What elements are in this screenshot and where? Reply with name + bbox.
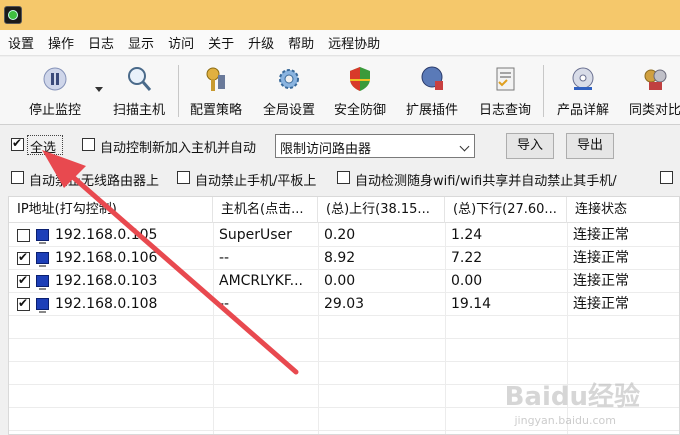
extension-plugin-label: 扩展插件 [405, 103, 458, 118]
policy-select-value: 限制访问路由器 [280, 142, 372, 157]
baidu-watermark-url: jingyan.baidu.com [514, 414, 616, 427]
cell-upload: 8.92 [324, 250, 356, 266]
menu-settings[interactable]: 设置 [8, 33, 34, 52]
menu-display[interactable]: 显示 [128, 33, 154, 52]
compare-similar-label: 同类对比 [628, 103, 680, 118]
menu-log[interactable]: 日志 [88, 33, 114, 52]
table-row[interactable]: 192.168.0.106 -- 8.92 7.22 连接正常 [9, 247, 679, 270]
gear-icon [279, 69, 299, 89]
auto-detect-wifi-checkbox[interactable] [337, 171, 350, 184]
cell-hostname: SuperUser [219, 227, 292, 243]
table-row-empty [9, 316, 679, 339]
app-logo-icon [4, 6, 22, 24]
toolbar: 停止监控 扫描主机 配置策略 全局设置 安全防御 扩展插件 日志查询 产品详解 … [0, 57, 680, 125]
global-settings-label: 全局设置 [262, 103, 315, 118]
cell-download: 1.24 [451, 227, 483, 243]
extension-plugin-button[interactable]: 扩展插件 [398, 61, 466, 121]
cell-upload: 0.20 [324, 227, 356, 243]
select-all-checkbox[interactable] [11, 136, 24, 151]
security-defense-label: 安全防御 [333, 103, 386, 118]
product-details-button[interactable]: 产品详解 [550, 61, 616, 121]
global-settings-button[interactable]: 全局设置 [255, 61, 323, 121]
table-row[interactable]: 192.168.0.108 -- 29.03 19.14 连接正常 [9, 293, 679, 316]
menu-operation[interactable]: 操作 [48, 33, 74, 52]
toolbar-divider [543, 65, 544, 117]
cell-ip: 192.168.0.106 [55, 250, 158, 266]
config-policy-label: 配置策略 [189, 103, 242, 118]
auto-block-router-label: 自动禁止无线路由器上 [29, 174, 160, 189]
cell-ip: 192.168.0.105 [55, 227, 158, 243]
table-header: IP地址(打勾控制) 主机名(点击... (总)上行(38.15... (总)下… [9, 197, 679, 223]
table-row[interactable]: 192.168.0.103 AMCRLYKF... 0.00 0.00 连接正常 [9, 270, 679, 293]
log-query-label: 日志查询 [478, 103, 531, 118]
import-button[interactable]: 导入 [506, 133, 554, 159]
scan-hosts-button[interactable]: 扫描主机 [105, 61, 173, 121]
row-checkbox[interactable] [17, 250, 30, 265]
baidu-watermark: Baidu经验 [504, 382, 640, 412]
table-row[interactable]: 192.168.0.105 SuperUser 0.20 1.24 连接正常 [9, 224, 679, 247]
compare-similar-button[interactable]: 同类对比 [622, 61, 680, 121]
auto-block-mobile-checkbox[interactable] [177, 171, 190, 184]
cell-status: 连接正常 [573, 250, 629, 266]
select-all-label[interactable]: 全选 [30, 137, 56, 156]
stop-monitor-button[interactable]: 停止监控 [20, 61, 90, 121]
menu-about[interactable]: 关于 [208, 33, 234, 52]
column-download[interactable]: (总)下行(27.60... [445, 197, 567, 223]
cell-download: 0.00 [451, 273, 483, 289]
column-ip[interactable]: IP地址(打勾控制) [9, 197, 213, 223]
cell-download: 7.22 [451, 250, 483, 266]
log-query-button[interactable]: 日志查询 [472, 61, 538, 121]
title-bar [0, 0, 680, 30]
cell-ip: 192.168.0.108 [55, 296, 158, 312]
medal-icon [644, 69, 667, 90]
auto-detect-wifi-label: 自动检测随身wifi/wifi共享并自动禁止其手机/ [355, 174, 617, 189]
menu-upgrade[interactable]: 升级 [248, 33, 274, 52]
extra-option-checkbox[interactable] [660, 171, 673, 184]
auto-block-mobile-label: 自动禁止手机/平板上 [195, 174, 317, 189]
export-button[interactable]: 导出 [566, 133, 614, 159]
row-checkbox[interactable] [17, 273, 30, 288]
cell-download: 19.14 [451, 296, 492, 312]
row-checkbox[interactable] [17, 296, 30, 311]
cell-hostname: -- [219, 250, 230, 266]
toolbar-divider [178, 65, 179, 117]
scan-hosts-label: 扫描主机 [112, 103, 165, 118]
disc-icon [572, 67, 594, 90]
product-details-label: 产品详解 [556, 103, 609, 118]
cell-status: 连接正常 [573, 296, 629, 312]
cell-status: 连接正常 [573, 273, 629, 289]
menu-access[interactable]: 访问 [168, 33, 194, 52]
magnifier-icon [128, 67, 152, 91]
cell-ip: 192.168.0.103 [55, 273, 158, 289]
column-status[interactable]: 连接状态 [567, 197, 679, 223]
security-defense-button[interactable]: 安全防御 [328, 61, 392, 121]
cell-status: 连接正常 [573, 227, 629, 243]
auto-control-label: 自动控制新加入主机并自动 [100, 141, 257, 156]
menu-help[interactable]: 帮助 [288, 33, 314, 52]
cell-upload: 29.03 [324, 296, 365, 312]
auto-control-checkbox[interactable] [82, 138, 95, 151]
stop-monitor-label: 停止监控 [28, 103, 81, 118]
auto-options-row: 自动禁止无线路由器上 自动禁止手机/平板上 自动检测随身wifi/wifi共享并… [0, 166, 680, 190]
config-policy-button[interactable]: 配置策略 [183, 61, 249, 121]
chevron-down-icon[interactable] [95, 87, 103, 92]
column-upload[interactable]: (总)上行(38.15... [318, 197, 445, 223]
auto-block-router-checkbox[interactable] [11, 171, 24, 184]
menu-bar: 设置 操作 日志 显示 访问 关于 升级 帮助 远程协助 [0, 30, 680, 56]
chevron-down-icon [459, 141, 470, 152]
plugin-icon [421, 66, 443, 90]
menu-remote-assist[interactable]: 远程协助 [328, 33, 380, 52]
log-book-icon [496, 67, 515, 91]
shield-icon [350, 67, 370, 91]
cell-hostname: -- [219, 296, 230, 312]
pause-icon [43, 67, 67, 91]
policy-select[interactable]: 限制访问路由器 [275, 134, 475, 158]
cell-upload: 0.00 [324, 273, 356, 289]
row-checkbox[interactable] [17, 229, 30, 242]
column-hostname[interactable]: 主机名(点击... [213, 197, 318, 223]
cell-hostname: AMCRLYKF... [219, 273, 303, 289]
table-row-empty [9, 339, 679, 362]
keys-icon [206, 67, 225, 91]
